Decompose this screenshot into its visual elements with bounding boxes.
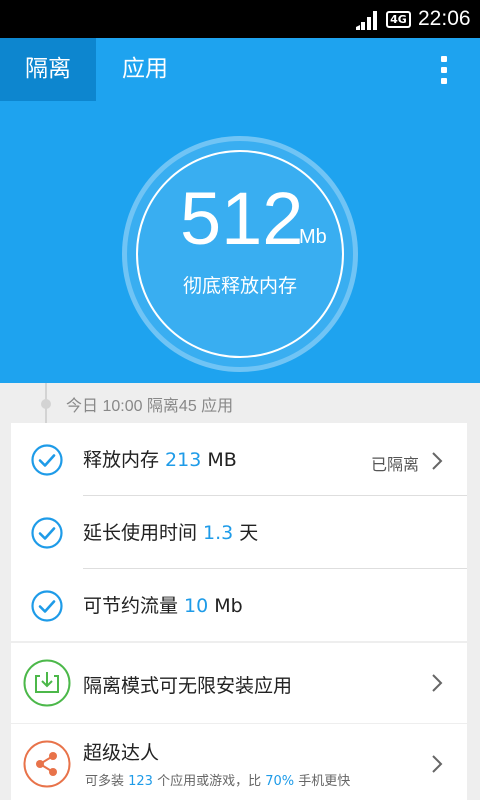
status-bar: 4G 22:06 bbox=[0, 0, 480, 38]
expert-card[interactable]: 超级达人 可多装 123 个应用或游戏，比 70% 手机更快 bbox=[11, 724, 467, 800]
expert-title: 超级达人 bbox=[83, 742, 160, 764]
timeline-dot bbox=[41, 399, 51, 409]
tab-isolation[interactable]: 隔离 bbox=[0, 38, 96, 101]
tab-apps[interactable]: 应用 bbox=[96, 38, 194, 101]
app-header: 隔离 应用 bbox=[0, 38, 480, 101]
chevron-right-icon bbox=[432, 755, 443, 773]
memory-value: 512 bbox=[180, 177, 304, 260]
chevron-right-icon bbox=[432, 452, 443, 470]
check-circle-icon bbox=[31, 590, 63, 622]
timeline-text: 今日 10:00 隔离45 应用 bbox=[66, 398, 234, 415]
isolation-mode-title: 隔离模式可无限安装应用 bbox=[83, 675, 293, 697]
result-row-data: 可节约流量 10 Mb bbox=[11, 569, 467, 642]
more-options-icon[interactable] bbox=[432, 54, 456, 86]
check-circle-icon bbox=[31, 444, 63, 476]
isolation-mode-card[interactable]: 隔离模式可无限安装应用 bbox=[11, 643, 467, 723]
memory-caption: 彻底释放内存 bbox=[182, 275, 297, 297]
download-icon bbox=[23, 659, 71, 707]
memory-unit: Mb bbox=[299, 226, 327, 248]
network-type-icon: 4G bbox=[386, 11, 411, 28]
memory-hero: 512 Mb 彻底释放内存 bbox=[0, 101, 480, 383]
signal-icon bbox=[356, 11, 377, 30]
result-label: 延长使用时间 1.3 天 bbox=[83, 522, 259, 544]
chevron-right-icon bbox=[432, 674, 443, 692]
result-row-time: 延长使用时间 1.3 天 bbox=[11, 496, 467, 569]
results-card: 释放内存 213 MB 已隔离 延长使用时间 1.3 天 可节约流量 10 Mb bbox=[11, 423, 467, 641]
check-circle-icon bbox=[31, 517, 63, 549]
result-label: 释放内存 213 MB bbox=[83, 449, 237, 471]
expert-subtitle: 可多装 123 个应用或游戏，比 70% 手机更快 bbox=[85, 774, 351, 789]
result-label: 可节约流量 10 Mb bbox=[83, 595, 243, 617]
result-row-memory[interactable]: 释放内存 213 MB 已隔离 bbox=[11, 423, 467, 496]
share-icon bbox=[23, 740, 71, 788]
clock: 22:06 bbox=[418, 7, 471, 30]
isolated-status: 已隔离 bbox=[371, 455, 420, 474]
